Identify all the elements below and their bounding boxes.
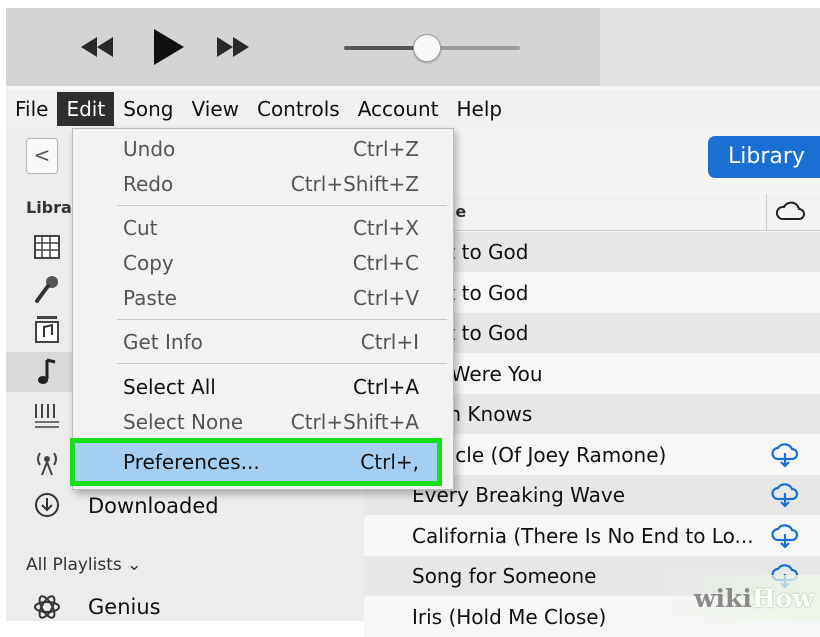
menu-item-preferences[interactable]: Preferences... Ctrl+,: [70, 438, 442, 486]
cloud-column-header[interactable]: [774, 200, 806, 226]
menu-file[interactable]: File: [6, 92, 57, 126]
sidebar-item-songs[interactable]: [30, 355, 64, 389]
play-icon: [154, 29, 184, 65]
broadcast-icon: [37, 452, 57, 476]
cloud-download-icon[interactable]: [770, 442, 800, 468]
next-track-button[interactable]: [212, 30, 254, 64]
menu-item-paste[interactable]: Paste Ctrl+V: [73, 282, 453, 314]
sidebar-item-downloaded[interactable]: [30, 488, 64, 522]
album-icon: [35, 316, 59, 343]
menu-item-copy[interactable]: Copy Ctrl+C: [73, 247, 453, 279]
menu-edit[interactable]: Edit: [57, 92, 115, 126]
sidebar-item-genres[interactable]: [30, 398, 64, 432]
all-playlists-heading[interactable]: All Playlists ⌄: [26, 555, 141, 575]
fast-forward-icon: [217, 37, 249, 57]
menu-item-get-info[interactable]: Get Info Ctrl+I: [73, 326, 453, 358]
menu-view[interactable]: View: [183, 92, 248, 126]
song-title: California (There Is No End to Lo...: [412, 524, 754, 548]
sidebar-downloaded-label[interactable]: Downloaded: [88, 494, 219, 518]
genres-icon: [35, 404, 59, 428]
menu-separator: [117, 319, 447, 320]
wikihow-watermark: wikiHow: [694, 584, 814, 613]
menu-controls[interactable]: Controls: [248, 92, 349, 126]
song-title: Song for Someone: [412, 564, 597, 588]
library-heading: Libra: [26, 198, 72, 217]
cloud-icon: [775, 201, 805, 220]
menu-account[interactable]: Account: [349, 92, 448, 126]
previous-track-button[interactable]: [76, 30, 118, 64]
sidebar-item-radio[interactable]: [30, 446, 64, 480]
song-title: Iris (Hold Me Close): [412, 605, 607, 629]
volume-slider-knob[interactable]: [413, 34, 441, 62]
column-divider: [766, 194, 767, 230]
library-button[interactable]: Library: [708, 136, 820, 178]
menu-help[interactable]: Help: [447, 92, 511, 126]
menu-bar: File Edit Song View Controls Account Hel…: [6, 90, 820, 128]
rewind-icon: [81, 37, 113, 57]
play-button[interactable]: [146, 29, 190, 65]
now-playing-display: [600, 8, 820, 86]
menu-separator: [117, 205, 447, 206]
menu-separator: [117, 363, 447, 364]
menu-item-select-none[interactable]: Select None Ctrl+Shift+A: [73, 406, 453, 438]
sidebar-item-artists[interactable]: [30, 272, 64, 306]
player-bar: [6, 8, 820, 86]
download-circle-icon: [35, 493, 59, 517]
cloud-download-icon[interactable]: [770, 482, 800, 508]
sidebar-genius-label[interactable]: Genius: [88, 595, 161, 619]
calendar-grid-icon: [34, 235, 60, 259]
genius-atom-icon: [34, 595, 60, 619]
music-note-icon: [38, 358, 56, 384]
cloud-download-icon[interactable]: [770, 523, 800, 549]
menu-item-cut[interactable]: Cut Ctrl+X: [73, 212, 453, 244]
edit-menu-dropdown: Undo Ctrl+Z Redo Ctrl+Shift+Z Cut Ctrl+X…: [72, 128, 454, 490]
menu-item-undo[interactable]: Undo Ctrl+Z: [73, 133, 453, 165]
back-button[interactable]: <: [26, 138, 58, 174]
microphone-icon: [35, 276, 58, 303]
menu-item-select-all[interactable]: Select All Ctrl+A: [73, 371, 453, 403]
sidebar-item-recently-added[interactable]: [30, 230, 64, 264]
preferences-label: Preferences...: [123, 450, 260, 474]
sidebar-item-albums[interactable]: [30, 312, 64, 346]
preferences-shortcut: Ctrl+,: [360, 450, 419, 474]
sidebar-item-genius[interactable]: [30, 590, 64, 624]
menu-item-redo[interactable]: Redo Ctrl+Shift+Z: [73, 168, 453, 200]
menu-song[interactable]: Song: [114, 92, 182, 126]
